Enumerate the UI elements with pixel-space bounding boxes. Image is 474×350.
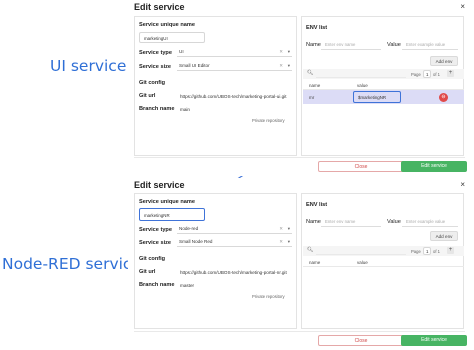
env-value-input[interactable]: Enter example value xyxy=(402,216,458,227)
branch-name-label: Branch name xyxy=(139,282,175,288)
col-value-header[interactable]: value xyxy=(357,260,368,265)
service-form-panel: Service unique name marketingNR Service … xyxy=(134,193,297,329)
private-repository-toggle[interactable]: Private repository xyxy=(252,294,285,299)
service-type-label: Service type xyxy=(139,50,172,56)
service-size-select[interactable]: Small UI Editor ✕ ▾ xyxy=(177,60,292,71)
search-icon[interactable]: 🔍︎ xyxy=(307,247,313,253)
branch-name-value[interactable]: main xyxy=(180,107,190,112)
search-icon[interactable]: 🔍︎ xyxy=(307,70,313,76)
footer-divider xyxy=(134,331,465,332)
private-repository-toggle[interactable]: Private repository xyxy=(252,118,285,123)
edit-service-button[interactable]: Edit service xyxy=(401,335,467,346)
git-config-label: Git config xyxy=(139,256,166,262)
git-config-label: Git config xyxy=(139,80,166,86)
env-value-input[interactable]: Enter example value xyxy=(402,39,458,50)
edit-service-button[interactable]: Edit service xyxy=(401,161,467,172)
service-unique-name-label: Service unique name xyxy=(139,199,195,205)
add-row-icon[interactable]: + xyxy=(447,247,454,254)
clear-icon: ✕ xyxy=(279,225,283,231)
service-size-label: Service size xyxy=(139,64,172,70)
service-unique-name-input[interactable]: marketingUI xyxy=(139,32,205,43)
service-type-select[interactable]: Node-red ✕ ▾ xyxy=(177,223,292,234)
env-list-panel: ENV list Name Enter env name Value Enter… xyxy=(301,16,464,156)
search-underline xyxy=(316,77,406,78)
git-url-value[interactable]: https://github.com/UBOS-tech/marketing-p… xyxy=(180,94,286,99)
service-type-label: Service type xyxy=(139,227,172,233)
row-value-cell[interactable]: $marketingNR xyxy=(353,91,401,103)
git-url-label: Git url xyxy=(139,269,156,275)
env-name-label: Name xyxy=(306,42,321,48)
page-label: Page xyxy=(411,249,421,254)
env-value-label: Value xyxy=(387,219,401,225)
chevron-down-icon: ▾ xyxy=(287,225,290,231)
env-list-title: ENV list xyxy=(306,202,328,208)
env-name-input[interactable]: Enter env name xyxy=(321,216,381,227)
close-button[interactable]: Close xyxy=(318,335,404,346)
service-size-label: Service size xyxy=(139,240,172,246)
chevron-down-icon: ▾ xyxy=(287,48,290,54)
chevron-down-icon: ▾ xyxy=(287,238,290,244)
service-type-select[interactable]: UI ✕ ▾ xyxy=(177,46,292,57)
env-value-label: Value xyxy=(387,42,401,48)
env-list-title: ENV list xyxy=(306,25,328,31)
close-icon[interactable]: × xyxy=(460,2,465,11)
edit-service-dialog-nodered: Edit service × Service unique name marke… xyxy=(128,178,470,350)
header-divider xyxy=(303,266,464,267)
col-value-header[interactable]: value xyxy=(357,83,368,88)
service-unique-name-label: Service unique name xyxy=(139,22,195,28)
add-env-button[interactable]: Add env xyxy=(430,56,458,66)
footer-divider xyxy=(134,157,465,158)
add-env-button[interactable]: Add env xyxy=(430,231,458,241)
git-url-value[interactable]: https://github.com/UBOS-tech/marketing-p… xyxy=(180,270,287,275)
clear-icon: ✕ xyxy=(279,48,283,54)
service-unique-name-input[interactable]: marketingNR xyxy=(139,208,205,221)
col-name-header[interactable]: name xyxy=(309,83,320,88)
page-label: Page xyxy=(411,72,421,77)
chevron-down-icon: ▾ xyxy=(287,62,290,68)
dialog-title: Edit service xyxy=(134,180,185,190)
clear-icon: ✕ xyxy=(279,238,283,244)
delete-icon[interactable]: ⊖ xyxy=(439,93,448,102)
row-name-cell: mr xyxy=(309,95,315,100)
git-url-label: Git url xyxy=(139,93,156,99)
clear-icon: ✕ xyxy=(279,62,283,68)
page-total: of 1 xyxy=(433,249,440,254)
page-number-input[interactable]: 1 xyxy=(423,70,431,78)
service-size-select[interactable]: Small Node Red ✕ ▾ xyxy=(177,236,292,247)
env-name-input[interactable]: Enter env name xyxy=(321,39,381,50)
col-name-header[interactable]: name xyxy=(309,260,320,265)
edit-service-dialog-ui: Edit service × Service unique name marke… xyxy=(128,0,470,176)
close-icon[interactable]: × xyxy=(460,180,465,189)
search-underline xyxy=(316,254,406,255)
env-name-label: Name xyxy=(306,219,321,225)
service-form-panel: Service unique name marketingUI Service … xyxy=(134,16,297,156)
page-number-input[interactable]: 1 xyxy=(423,247,431,255)
page-total: of 1 xyxy=(433,72,440,77)
branch-name-label: Branch name xyxy=(139,106,175,112)
branch-name-value[interactable]: master xyxy=(180,283,194,288)
add-row-icon[interactable]: + xyxy=(447,70,454,77)
dialog-title: Edit service xyxy=(134,2,185,12)
env-list-panel: ENV list Name Enter env name Value Enter… xyxy=(301,193,464,329)
close-button[interactable]: Close xyxy=(318,161,404,172)
